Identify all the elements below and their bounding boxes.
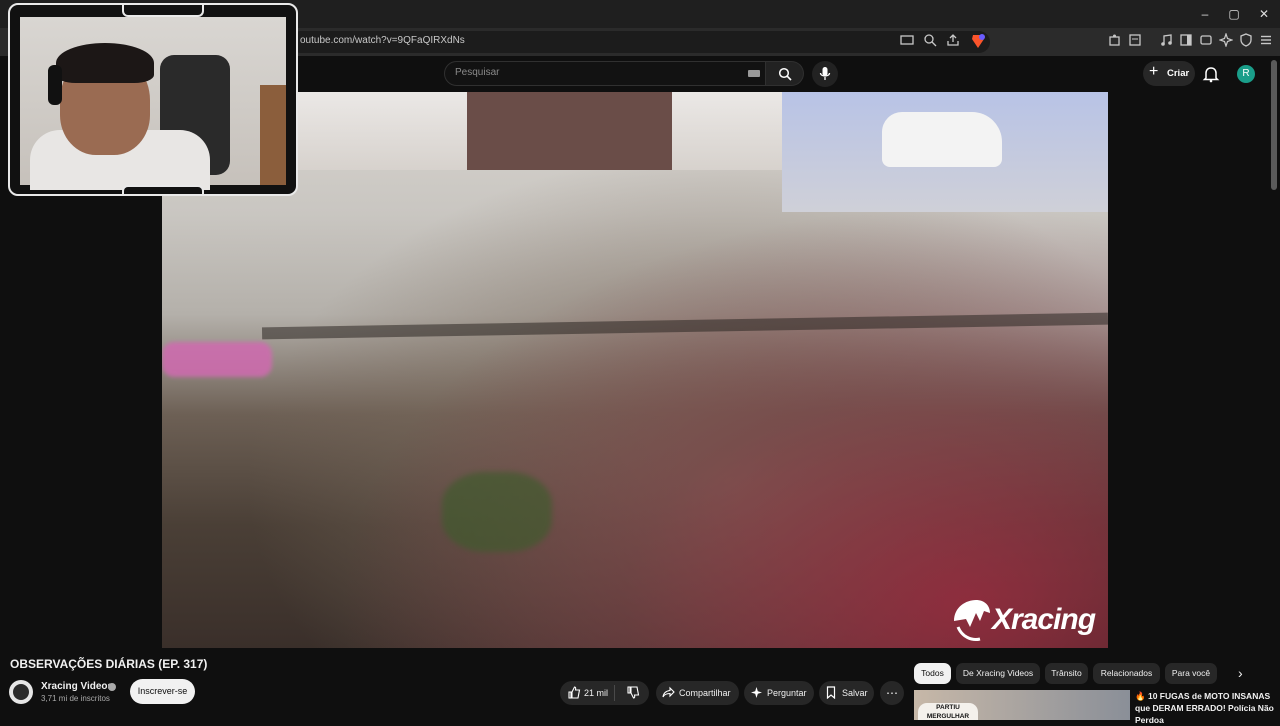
chip-from-channel[interactable]: De Xracing Videos [956, 663, 1040, 684]
video-frame-car [882, 112, 1002, 167]
facecam-hair [56, 43, 154, 83]
leo-ai-icon[interactable] [1218, 32, 1234, 49]
facecam-frame-notch-top [122, 5, 204, 17]
channel-name[interactable]: Xracing Videos [41, 681, 113, 692]
sparkle-icon [750, 686, 763, 702]
chip-relacionados[interactable]: Relacionados [1093, 663, 1160, 684]
plus-icon: + [1149, 63, 1159, 80]
like-dislike-group: 21 mil [560, 681, 649, 705]
maximize-icon[interactable]: ▢ [1219, 4, 1249, 24]
create-label: Criar [1167, 68, 1190, 79]
share-page-icon[interactable] [945, 33, 961, 49]
account-avatar[interactable]: R [1237, 65, 1255, 83]
subscriber-count: 3,71 mi de inscritos [41, 694, 110, 703]
minimize-icon[interactable]: – [1190, 4, 1220, 24]
search-button[interactable] [766, 61, 804, 86]
chip-para-voce[interactable]: Para você [1165, 663, 1217, 684]
thumbnail-badge: PARTIU MERGULHAR [918, 703, 978, 720]
share-arrow-icon [662, 686, 675, 702]
address-bar-url[interactable]: outube.com/watch?v=9QFaQIRXdNs [300, 35, 465, 46]
video-frame-door [467, 92, 672, 170]
wallet-icon[interactable] [1198, 33, 1214, 49]
video-frame-crack [261, 312, 1108, 340]
fire-icon: 🔥 [1135, 691, 1146, 701]
page-scrollbar[interactable] [1271, 60, 1277, 190]
keyboard-icon[interactable] [748, 70, 760, 77]
like-divider [614, 685, 615, 701]
reader-mode-icon[interactable] [1127, 33, 1143, 49]
create-button[interactable]: + Criar [1143, 61, 1195, 86]
chevron-right-icon[interactable]: › [1238, 665, 1243, 681]
channel-avatar-logo [13, 684, 29, 700]
chip-transito[interactable]: Trânsito [1045, 663, 1088, 684]
notifications-bell-icon[interactable] [1202, 65, 1220, 83]
close-icon[interactable]: ✕ [1249, 4, 1279, 24]
facecam-frame-notch-bottom [122, 185, 204, 194]
extensions-icon[interactable] [1107, 33, 1123, 49]
chip-todos[interactable]: Todos [914, 663, 951, 684]
sidebar-icon[interactable] [1178, 33, 1194, 49]
video-title: OBSERVAÇÕES DIÁRIAS (EP. 317) [10, 657, 208, 671]
ask-label: Perguntar [767, 688, 807, 698]
voice-search-button[interactable] [812, 61, 838, 87]
facecam-overlay [8, 3, 298, 196]
more-dots-icon: ⋯ [886, 686, 898, 700]
video-frame-weeds [442, 472, 552, 552]
more-actions-button[interactable]: ⋯ [880, 681, 904, 705]
save-button[interactable]: Salvar [819, 681, 874, 705]
hamburger-icon[interactable] [1258, 33, 1274, 49]
verified-badge-icon [108, 683, 116, 691]
search-placeholder[interactable]: Pesquisar [455, 67, 499, 78]
like-button[interactable] [568, 686, 581, 702]
microphone-icon [819, 67, 831, 80]
bookmark-icon [825, 686, 837, 702]
zoom-icon[interactable] [922, 33, 938, 49]
search-icon [778, 67, 792, 81]
facecam-shelf [260, 85, 286, 185]
save-label: Salvar [842, 688, 868, 698]
dislike-button[interactable] [627, 686, 640, 702]
brave-shields-icon[interactable] [970, 33, 986, 49]
share-label: Compartilhar [679, 688, 731, 698]
ask-button[interactable]: Perguntar [744, 681, 814, 705]
vpn-shield-icon[interactable] [1238, 33, 1254, 49]
thumbs-up-icon [568, 686, 581, 699]
thumbs-down-icon [627, 686, 640, 699]
like-count[interactable]: 21 mil [584, 688, 608, 698]
video-watermark: Xracing [992, 603, 1096, 636]
video-frame-pink-object [162, 342, 272, 377]
facecam-headset [48, 65, 62, 105]
cast-icon[interactable] [899, 33, 915, 49]
subscribe-button[interactable]: Inscrever-se [130, 679, 195, 704]
video-player[interactable] [162, 92, 1108, 648]
recommendation-title[interactable]: 🔥 10 FUGAS de MOTO INSANAS que DERAM ERR… [1135, 690, 1275, 726]
share-button[interactable]: Compartilhar [656, 681, 739, 705]
media-icon[interactable] [1158, 33, 1174, 49]
